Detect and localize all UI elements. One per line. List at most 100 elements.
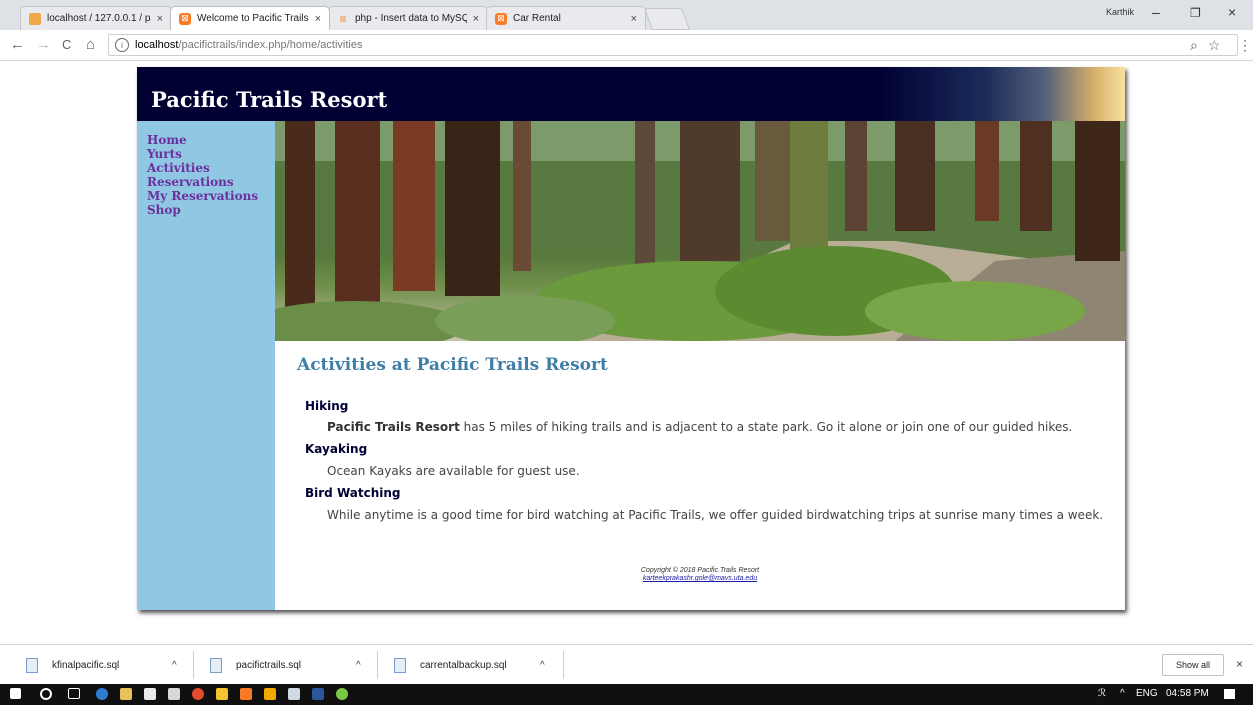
browser-toolbar: ← → C ⌂ i localhost/pacifictrails/index.… (0, 30, 1253, 61)
phpmyadmin-icon (29, 12, 41, 25)
tab-car-rental[interactable]: ⊠ Car Rental × (486, 6, 646, 30)
nav-link[interactable]: Activities (147, 161, 210, 175)
forward-icon[interactable]: → (36, 36, 51, 53)
show-all-button[interactable]: Show all (1162, 654, 1224, 676)
nav-item-activities[interactable]: Activities (147, 161, 275, 175)
activity-desc-hiking: Pacific Trails Resort has 5 miles of hik… (327, 420, 1072, 434)
tab-title: localhost / 127.0.0.1 / pa (47, 13, 151, 24)
reload-icon[interactable]: C (62, 37, 71, 52)
download-filename: kfinalpacific.sql (52, 659, 120, 671)
task-view-icon[interactable] (68, 688, 80, 699)
notifications-icon[interactable] (1224, 689, 1235, 699)
sublime-icon[interactable] (264, 688, 276, 700)
hero-image-forest (275, 121, 1125, 341)
download-item[interactable]: kfinalpacific.sql ^ (26, 645, 186, 685)
cortana-icon[interactable] (40, 688, 52, 700)
tab-pacific-trails[interactable]: ⊠ Welcome to Pacific Trails × (170, 6, 330, 30)
tab-title: Welcome to Pacific Trails (197, 13, 309, 24)
site-footer: Copyright © 2018 Pacific Trails Resort k… (275, 567, 1125, 583)
app-icon[interactable] (216, 688, 228, 700)
download-shelf: kfinalpacific.sql ^ pacifictrails.sql ^ … (0, 644, 1253, 685)
file-icon (210, 657, 222, 673)
tab-close-icon[interactable]: × (473, 13, 479, 25)
info-icon[interactable]: i (115, 38, 129, 52)
divider (377, 651, 378, 679)
tray-chevron-icon[interactable]: ^ (1120, 688, 1125, 699)
nav-link[interactable]: Yurts (147, 147, 182, 161)
address-bar[interactable]: i localhost/pacifictrails/index.php/home… (108, 34, 1238, 56)
chevron-up-icon[interactable]: ^ (172, 660, 177, 671)
url-host: localhost (135, 39, 179, 51)
file-icon (26, 657, 38, 673)
nav-item-my-reservations[interactable]: My Reservations (147, 189, 275, 203)
footer-email-link[interactable]: karteekprakashr.gole@mavs.uta.edu (643, 575, 757, 582)
url-path: /pacifictrails/index.php/home/activities (178, 39, 363, 51)
back-icon[interactable]: ← (10, 36, 25, 53)
divider (563, 651, 564, 679)
nav-item-yurts[interactable]: Yurts (147, 147, 275, 161)
restore-icon[interactable]: ❐ (1190, 6, 1201, 20)
notepad-icon[interactable] (288, 688, 300, 700)
tab-close-icon[interactable]: × (157, 13, 163, 25)
home-icon[interactable]: ⌂ (86, 36, 95, 53)
tab-title: php - Insert data to MySQ (355, 13, 467, 24)
stackoverflow-icon: ≡ (339, 11, 347, 26)
site-title: Pacific Trails Resort (151, 87, 388, 112)
download-item[interactable]: pacifictrails.sql ^ (210, 645, 370, 685)
divider (193, 651, 194, 679)
profile-name[interactable]: Karthik (1106, 7, 1134, 17)
chrome-icon[interactable] (192, 688, 204, 700)
xampp-icon: ⊠ (179, 12, 191, 25)
tab-strip: localhost / 127.0.0.1 / pa × ⊠ Welcome t… (0, 0, 1253, 30)
nav-link[interactable]: Reservations (147, 175, 234, 189)
zoom-icon[interactable]: ⌕ (1190, 37, 1198, 54)
chevron-up-icon[interactable]: ^ (540, 660, 545, 671)
windows-start-icon[interactable] (10, 688, 21, 699)
tab-title: Car Rental (513, 13, 561, 24)
edge-icon[interactable] (96, 688, 108, 700)
tab-close-icon[interactable]: × (631, 13, 637, 25)
activity-desc-bird-watching: While anytime is a good time for bird wa… (327, 508, 1104, 522)
mail-icon[interactable] (168, 688, 180, 700)
window-close-icon[interactable]: × (1228, 4, 1236, 20)
nav-item-reservations[interactable]: Reservations (147, 175, 275, 189)
minimize-icon[interactable]: – (1152, 4, 1160, 20)
chevron-up-icon[interactable]: ^ (356, 660, 361, 671)
nav-item-shop[interactable]: Shop (147, 203, 275, 217)
tab-phpmyadmin[interactable]: localhost / 127.0.0.1 / pa × (20, 6, 172, 30)
nav-item-home[interactable]: Home (147, 133, 275, 147)
store-icon[interactable] (144, 688, 156, 700)
tab-stackoverflow[interactable]: ≡ php - Insert data to MySQ × (328, 6, 488, 30)
nav-link[interactable]: Home (147, 133, 187, 147)
app-icon[interactable] (336, 688, 348, 700)
windows-taskbar: ℛ ^ ENG 04:58 PM (0, 684, 1253, 705)
file-explorer-icon[interactable] (120, 688, 132, 700)
nav-link[interactable]: My Reservations (147, 189, 258, 203)
new-tab-button[interactable] (643, 8, 691, 30)
xampp-icon: ⊠ (495, 12, 507, 25)
download-item[interactable]: carrentalbackup.sql ^ (394, 645, 554, 685)
close-shelf-icon[interactable]: × (1236, 657, 1243, 671)
nav-link[interactable]: Shop (147, 203, 181, 217)
xampp-taskbar-icon[interactable] (240, 688, 252, 700)
site-nav: Home Yurts Activities Reservations My Re… (137, 121, 275, 217)
site-header: Pacific Trails Resort (137, 67, 1125, 121)
site-sidebar: Home Yurts Activities Reservations My Re… (137, 121, 275, 610)
activity-title-hiking: Hiking (305, 399, 349, 413)
activity-title-bird-watching: Bird Watching (305, 486, 401, 500)
clock[interactable]: 04:58 PM (1166, 688, 1209, 699)
people-icon[interactable]: ℛ (1098, 688, 1106, 699)
language-indicator[interactable]: ENG (1136, 688, 1158, 699)
site-wrapper: Pacific Trails Resort Home Yurts Activit… (137, 67, 1125, 610)
bookmark-star-icon[interactable]: ☆ (1208, 37, 1221, 54)
resort-name-bold: Pacific Trails Resort (327, 420, 460, 434)
browser-menu-icon[interactable]: ⋮ (1238, 37, 1252, 54)
download-filename: carrentalbackup.sql (420, 659, 507, 671)
word-icon[interactable] (312, 688, 324, 700)
page-viewport: Pacific Trails Resort Home Yurts Activit… (0, 61, 1253, 643)
tab-close-icon[interactable]: × (315, 13, 321, 25)
activity-desc-kayaking: Ocean Kayaks are available for guest use… (327, 464, 580, 478)
file-icon (394, 657, 406, 673)
forest-illustration (275, 121, 1125, 341)
main-content: Activities at Pacific Trails Resort Hiki… (275, 341, 1125, 610)
